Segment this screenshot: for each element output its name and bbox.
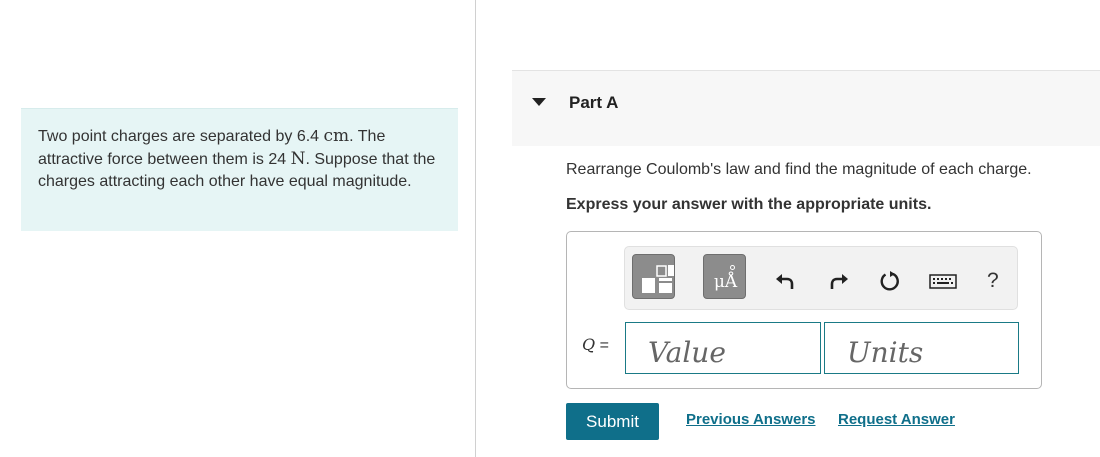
templates-icon — [642, 265, 674, 293]
problem-unit-n: N — [290, 149, 306, 169]
redo-icon — [830, 274, 848, 289]
reset-icon — [880, 271, 899, 291]
part-a-header[interactable]: Part A — [512, 70, 1100, 146]
help-icon[interactable]: ? — [987, 269, 999, 292]
answer-variable-label: Q = — [582, 335, 609, 355]
variable-symbol: Q — [582, 335, 596, 354]
equals-sign: = — [595, 337, 609, 354]
units-button[interactable]: μÅ — [703, 254, 746, 299]
reset-button[interactable] — [877, 269, 901, 293]
help-button[interactable]: ? — [987, 269, 1001, 293]
undo-icon — [776, 274, 794, 289]
answer-panel: μÅ ? Q = Value Units — [566, 231, 1042, 389]
math-toolbar: μÅ ? — [624, 246, 1018, 310]
units-icon: μÅ — [713, 272, 738, 292]
collapse-caret-icon[interactable] — [532, 98, 546, 106]
problem-text-1: Two point charges are separated by 6.4 — [38, 128, 324, 145]
question-prompt: Rearrange Coulomb's law and find the mag… — [566, 161, 1032, 178]
keyboard-button[interactable] — [928, 269, 958, 293]
submit-button[interactable]: Submit — [566, 403, 659, 440]
units-input[interactable] — [824, 322, 1019, 374]
problem-statement: Two point charges are separated by 6.4 c… — [21, 108, 458, 231]
templates-button[interactable] — [632, 254, 675, 299]
value-input[interactable] — [625, 322, 821, 374]
undo-button[interactable] — [773, 269, 797, 293]
answer-instruction: Express your answer with the appropriate… — [566, 196, 932, 213]
column-divider — [475, 0, 476, 457]
angstrom-ring — [730, 265, 735, 270]
redo-button[interactable] — [827, 269, 851, 293]
request-answer-link[interactable]: Request Answer — [838, 411, 955, 428]
previous-answers-link[interactable]: Previous Answers — [686, 411, 816, 428]
part-title: Part A — [569, 93, 619, 112]
problem-unit-cm: cm — [323, 126, 350, 146]
keyboard-icon — [929, 274, 957, 289]
